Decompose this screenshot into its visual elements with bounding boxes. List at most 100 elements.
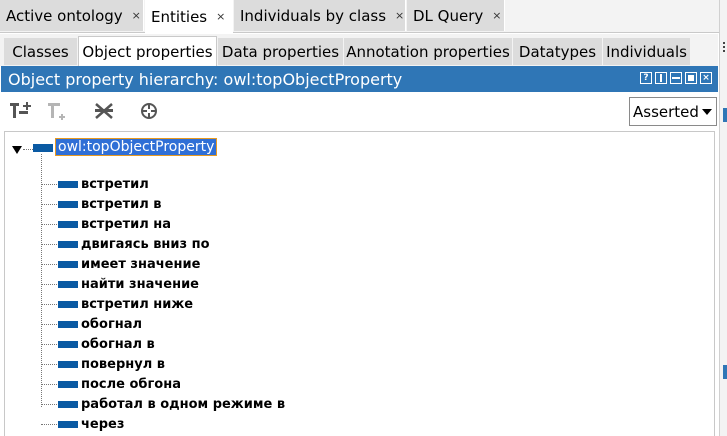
tree-node[interactable]: после обгона: [41, 374, 181, 394]
tree-node[interactable]: найти значение: [41, 274, 199, 294]
tree-node[interactable]: через: [41, 414, 124, 434]
tree-node-label: обогнал: [81, 316, 143, 332]
object-property-icon: [58, 400, 78, 408]
close-icon[interactable]: ×: [492, 9, 501, 22]
object-property-icon: [58, 380, 78, 388]
tree-node[interactable]: встретил в: [41, 194, 162, 214]
tree-connector: [41, 383, 57, 385]
close-icon[interactable]: ×: [395, 9, 404, 22]
tab-data-properties[interactable]: Data properties: [218, 38, 343, 65]
tree-connector: [41, 223, 57, 225]
tree-node[interactable]: имеет значение: [41, 254, 200, 274]
object-property-icon: [58, 200, 78, 208]
tab-label: Datatypes: [518, 42, 597, 61]
adjacent-panel-marker: [723, 108, 727, 122]
tree-node-label: встретил в: [81, 196, 162, 212]
tab-label: Entities: [151, 7, 208, 26]
selected-mode: Asserted: [633, 102, 699, 121]
adjacent-panel-marker: [723, 365, 727, 379]
minimize-icon[interactable]: [670, 72, 682, 84]
tab-entities[interactable]: Entities ×: [145, 0, 233, 33]
tree-connector: [41, 403, 57, 405]
object-property-icon: [33, 144, 53, 152]
tab-label: Classes: [12, 42, 69, 61]
tree-connector: [41, 323, 57, 325]
tree-node-label: работал в одном режиме в: [81, 396, 286, 412]
tree-connector: [41, 303, 57, 305]
tree-connector: [41, 363, 57, 365]
tree-connector: [41, 183, 57, 185]
tree-connector: [41, 263, 57, 265]
tree-node-label: имеет значение: [81, 256, 201, 272]
object-property-icon: [58, 260, 78, 268]
tree-node-label: найти значение: [81, 276, 199, 292]
object-property-tree[interactable]: owl:topObjectProperty встретил встретил в…: [4, 131, 715, 436]
chevron-down-icon: [702, 109, 712, 115]
object-property-icon: [58, 340, 78, 348]
expand-toggle-icon[interactable]: [12, 146, 22, 154]
drag-handle-icon[interactable]: [723, 42, 727, 52]
tab-label: Annotation properties: [346, 42, 510, 61]
tree-node-label[interactable]: owl:topObjectProperty: [55, 138, 218, 156]
tab-annotation-properties[interactable]: Annotation properties: [344, 38, 512, 65]
tree-node-label: двигаясь вниз по: [81, 236, 210, 252]
view-title: Object property hierarchy: owl:topObject…: [8, 69, 403, 89]
delete-property-icon[interactable]: [92, 99, 118, 123]
entity-type-tab-bar: Classes Object properties Data propertie…: [0, 34, 718, 66]
tree-connector: [41, 243, 57, 245]
tree-node[interactable]: двигаясь вниз по: [41, 234, 210, 254]
hierarchy-mode-select[interactable]: Asserted: [629, 97, 717, 126]
close-view-icon[interactable]: ×: [700, 72, 712, 84]
tree-connector: [41, 203, 57, 205]
tree-connector: [23, 149, 33, 150]
tree-node-label: после обгона: [81, 376, 181, 392]
find-usage-icon[interactable]: [136, 99, 162, 123]
tab-label: Individuals: [606, 42, 687, 61]
tree-node[interactable]: обогнал в: [41, 334, 155, 354]
tab-label: Object properties: [82, 42, 213, 61]
tree-connector: [41, 343, 57, 345]
object-property-icon: [58, 320, 78, 328]
object-property-icon: [58, 360, 78, 368]
tree-node-label: встретил: [81, 176, 149, 192]
tab-datatypes[interactable]: Datatypes: [513, 38, 602, 65]
tab-individuals-by-class[interactable]: Individuals by class ×: [234, 0, 406, 31]
tab-label: Individuals by class: [240, 6, 387, 25]
tree-node[interactable]: обогнал: [41, 314, 142, 334]
tab-classes[interactable]: Classes: [4, 38, 77, 65]
object-property-icon: [58, 220, 78, 228]
object-property-icon: [58, 240, 78, 248]
tree-node-label: встретил ниже: [81, 296, 194, 312]
hierarchy-toolbar: [0, 93, 718, 131]
tree-node-label: через: [81, 416, 125, 432]
tree-node[interactable]: встретил на: [41, 214, 171, 234]
tree-node[interactable]: встретил ниже: [41, 294, 193, 314]
tab-label: Data properties: [221, 42, 340, 61]
tab-individuals[interactable]: Individuals: [603, 38, 690, 65]
tree-node[interactable]: работал в одном режиме в: [41, 394, 285, 414]
tab-active-ontology[interactable]: Active ontology ×: [0, 0, 144, 31]
close-icon[interactable]: ×: [132, 9, 141, 22]
object-property-icon: [58, 180, 78, 188]
help-icon[interactable]: ?: [640, 72, 652, 84]
tab-label: DL Query: [413, 6, 484, 25]
add-sibling-property-icon[interactable]: [46, 99, 72, 123]
main-tab-bar: Active ontology × Entities × Individuals…: [0, 0, 727, 33]
close-icon[interactable]: ×: [216, 10, 225, 23]
tree-node-label: встретил на: [81, 216, 172, 232]
maximize-icon[interactable]: [685, 72, 697, 84]
tree-node[interactable]: повернул в: [41, 354, 165, 374]
tab-object-properties[interactable]: Object properties: [78, 36, 217, 66]
object-property-icon: [58, 420, 78, 428]
view-header: Object property hierarchy: owl:topObject…: [1, 66, 718, 92]
object-property-icon: [58, 280, 78, 288]
tab-label: Active ontology: [6, 6, 123, 25]
tree-node-label: обогнал в: [81, 336, 155, 352]
tree-connector: [41, 283, 57, 285]
tree-node-label: повернул в: [81, 356, 165, 372]
view-controls: ? ×: [640, 72, 712, 84]
add-subproperty-icon[interactable]: [8, 99, 34, 123]
tree-node[interactable]: встретил: [41, 174, 149, 194]
tab-dl-query[interactable]: DL Query ×: [407, 0, 505, 31]
split-view-icon[interactable]: [655, 72, 667, 84]
